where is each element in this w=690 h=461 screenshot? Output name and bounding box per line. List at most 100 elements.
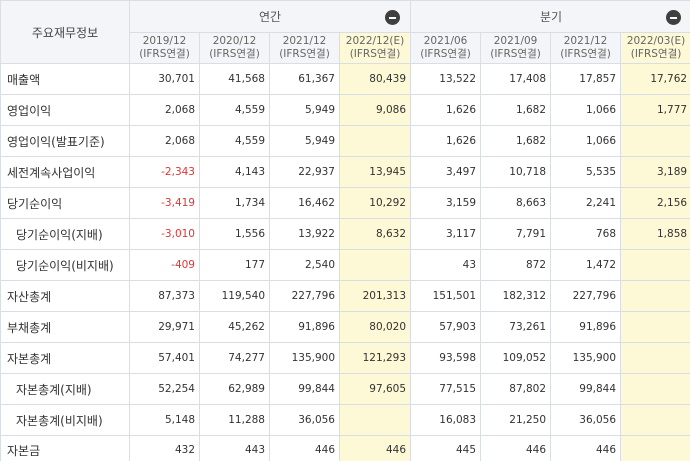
row-label: 세전계속사업이익 [0,156,130,188]
minus-circle-icon[interactable] [666,10,682,25]
table-cell: 2,156 [620,187,690,219]
table-cell [620,280,690,312]
table-cell: -3,419 [129,187,200,219]
table-cell: 13,522 [410,63,482,95]
column-period: 2022/03(E) [626,35,686,47]
column-basis: (IFRS연결) [209,48,260,60]
table-cell: 21,250 [480,404,552,436]
table-cell: 36,056 [269,404,340,436]
table-cell: 57,903 [410,311,482,343]
table-cell: 1,734 [199,187,270,219]
table-cell: 97,605 [338,373,412,405]
table-cell: 8,632 [338,218,412,250]
table-cell: 77,515 [410,373,482,405]
row-label: 부채총계 [0,311,130,343]
table-cell: 17,408 [480,63,552,95]
row-label: 자본금 [0,435,130,461]
table-cell: 1,066 [550,125,622,157]
table-cell: -2,343 [129,156,200,188]
column-period: 2022/12(E) [345,35,405,47]
table-cell: 11,288 [199,404,270,436]
column-header-0: 2019/12 (IFRS연결) [129,32,200,64]
financial-summary-table: 주요재무정보 연간 분기 2019/12 (IFRS연결) 2020/12 (IFRS… [0,0,690,461]
column-period: 2021/06 [423,35,468,47]
row-label: 자본총계(지배) [0,373,130,405]
table-cell: 10,292 [338,187,412,219]
table-cell [620,404,690,436]
table-cell: 80,020 [338,311,412,343]
table-cell: 121,293 [338,342,412,374]
table-cell [620,249,690,281]
table-cell: 1,556 [199,218,270,250]
table-row: 매출액 30,701 41,568 61,367 80,439 13,522 17,408 1… [0,63,690,95]
table-cell: 135,900 [269,342,340,374]
row-label: 매출액 [0,63,130,95]
table-cell: 119,540 [199,280,270,312]
column-basis: (IFRS연결) [630,48,682,60]
table-cell: 2,068 [129,125,200,157]
table-cell [338,125,412,157]
column-basis: (IFRS연결) [279,48,330,60]
table-cell: 135,900 [550,342,622,374]
table-cell: 227,796 [269,280,340,312]
table-cell [620,342,690,374]
table-cell: 17,762 [620,63,690,95]
table-cell: 227,796 [550,280,622,312]
table-cell: 1,858 [620,218,690,250]
column-basis: (IFRS연결) [139,48,190,60]
table-cell: 87,802 [480,373,552,405]
table-cell: 2,241 [550,187,622,219]
row-label: 자산총계 [0,280,130,312]
table-cell [338,404,412,436]
table-cell: 446 [338,435,412,461]
table-cell: 73,261 [480,311,552,343]
table-row: 당기순이익 -3,419 1,734 16,462 10,292 3,159 8,663 2,… [0,187,690,219]
column-period: 2021/12 [282,35,327,47]
table-cell: 13,922 [269,218,340,250]
table-row: 부채총계 29,971 45,262 91,896 80,020 57,903 73,261… [0,311,690,343]
table-cell: 2,068 [129,94,200,126]
column-period: 2021/09 [493,35,538,47]
column-header-3: 2022/12(E) (IFRS연결) [338,32,412,64]
table-row: 당기순이익(지배) -3,010 1,556 13,922 8,632 3,117 7,79… [0,218,690,250]
table-cell [338,249,412,281]
table-cell: 87,373 [129,280,200,312]
table-cell: 52,254 [129,373,200,405]
column-header-5: 2021/09 (IFRS연결) [480,32,552,64]
table-cell: 5,949 [269,125,340,157]
table-cell: 1,626 [410,94,482,126]
table-cell: 43 [410,249,482,281]
column-period: 2020/12 [212,35,257,47]
table-cell: 5,535 [550,156,622,188]
minus-circle-icon[interactable] [385,10,401,25]
table-row: 자본총계(지배) 52,254 62,989 99,844 97,605 77,515 87… [0,373,690,405]
table-cell: 4,143 [199,156,270,188]
table-cell: -409 [129,249,200,281]
header-label: 주요재무정보 [0,0,130,64]
table-cell: 62,989 [199,373,270,405]
table-cell: 177 [199,249,270,281]
table-cell: 74,277 [199,342,270,374]
table-cell: 4,559 [199,125,270,157]
table-cell: 1,682 [480,125,552,157]
table-cell: 151,501 [410,280,482,312]
table-cell: 182,312 [480,280,552,312]
table-cell: 30,701 [129,63,200,95]
table-cell: 8,663 [480,187,552,219]
column-basis: (IFRS연결) [490,48,541,60]
table-cell: 872 [480,249,552,281]
table-cell: 3,159 [410,187,482,219]
table-cell: 16,462 [269,187,340,219]
table-cell: 7,791 [480,218,552,250]
table-row: 자본총계 57,401 74,277 135,900 121,293 93,598 109,… [0,342,690,374]
table-cell: 29,971 [129,311,200,343]
table-cell: 91,896 [269,311,340,343]
table-cell: 446 [550,435,622,461]
table-cell: 3,189 [620,156,690,188]
table-cell: 432 [129,435,200,461]
table-cell: 61,367 [269,63,340,95]
table-cell: 80,439 [338,63,412,95]
table-cell: 445 [410,435,482,461]
table-cell: 99,844 [550,373,622,405]
quarterly-group-header: 분기 [410,0,690,33]
